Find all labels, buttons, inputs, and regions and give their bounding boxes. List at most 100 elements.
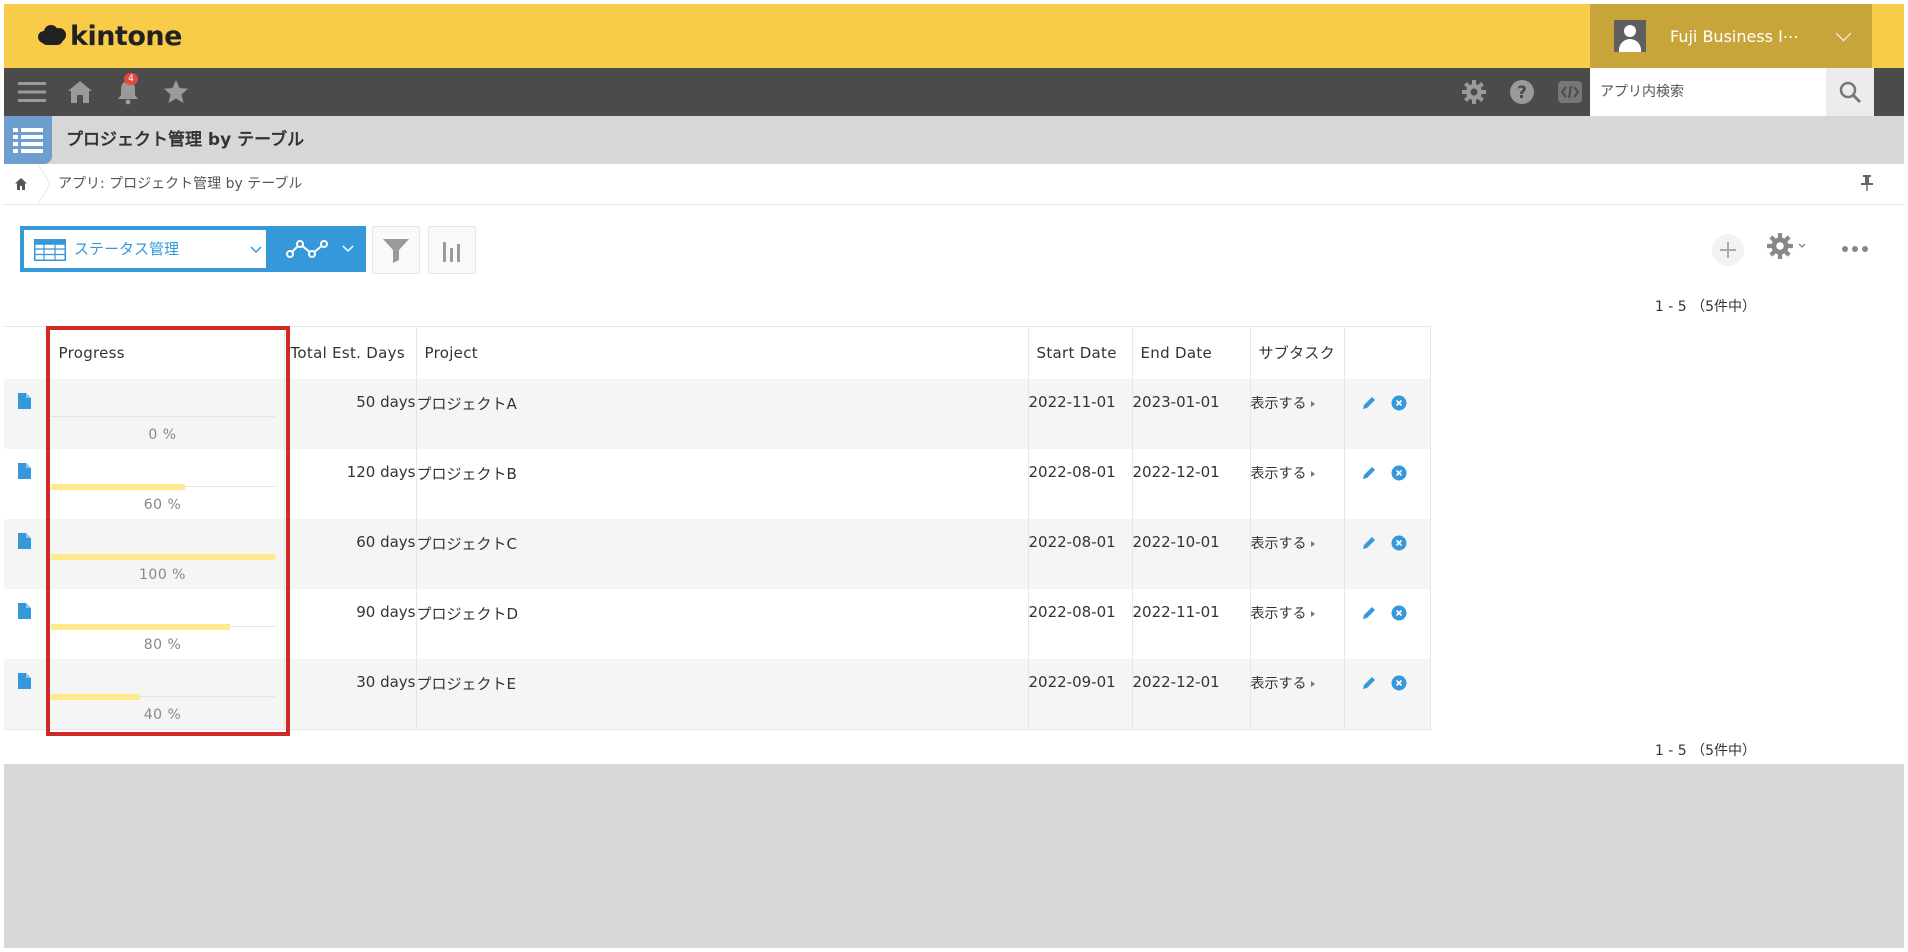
total-days-cell: 30 days xyxy=(284,658,417,730)
gear-icon xyxy=(1462,80,1486,104)
search-button[interactable] xyxy=(1826,68,1874,116)
pencil-icon xyxy=(1362,466,1375,479)
graph-selector[interactable] xyxy=(274,226,366,272)
show-subtask-link[interactable]: 表示する xyxy=(1251,606,1315,622)
hamburger-icon xyxy=(18,82,46,102)
show-subtask-label: 表示する xyxy=(1250,535,1307,552)
edit-button[interactable] xyxy=(1361,675,1377,691)
subtask-cell: 表示する xyxy=(1250,588,1345,659)
progress-cell: 80 % xyxy=(46,588,285,659)
breadcrumb-app[interactable]: アプリ: プロジェクト管理 by テーブル xyxy=(58,164,302,204)
show-subtask-link[interactable]: 表示する xyxy=(1251,466,1315,482)
delete-button[interactable] xyxy=(1391,605,1407,621)
app-search-input[interactable] xyxy=(1590,68,1830,116)
caret-right-icon xyxy=(1310,610,1315,617)
user-name: Fuji Business I⋯ xyxy=(1670,26,1799,46)
customize-button[interactable] xyxy=(1552,68,1588,116)
end-date-cell: 2022-12-01 xyxy=(1132,658,1251,730)
edit-button[interactable] xyxy=(1361,535,1377,551)
close-circle-icon xyxy=(1391,605,1406,620)
subtask-cell: 表示する xyxy=(1250,518,1345,589)
header-progress[interactable]: Progress xyxy=(46,326,285,379)
progress-cell: 60 % xyxy=(46,448,285,519)
pencil-icon xyxy=(1362,536,1375,549)
record-detail-link[interactable] xyxy=(4,588,47,659)
table-view-icon xyxy=(34,239,66,261)
actions-cell xyxy=(1344,658,1431,730)
header-actions xyxy=(1344,326,1431,379)
kintone-logo[interactable]: kintone xyxy=(38,19,182,53)
breadcrumb-separator xyxy=(38,164,51,204)
settings-button[interactable] xyxy=(1456,68,1492,116)
edit-button[interactable] xyxy=(1361,605,1377,621)
graph-button[interactable] xyxy=(428,226,476,274)
table-body: 0 % 50 days プロジェクトA 2022-11-01 2023-01-01 表示す… xyxy=(4,378,1431,730)
record-detail-link[interactable] xyxy=(4,448,47,519)
header-end-date[interactable]: End Date xyxy=(1132,326,1251,379)
home-icon xyxy=(68,81,92,103)
menu-button[interactable] xyxy=(12,68,52,116)
show-subtask-link[interactable]: 表示する xyxy=(1251,536,1315,552)
progress-bar xyxy=(50,623,230,630)
app-title: プロジェクト管理 by テーブル xyxy=(66,130,305,150)
view-name: ステータス管理 xyxy=(74,240,180,258)
header-subtask[interactable]: サブタスク xyxy=(1250,326,1345,379)
records-table: Progress Total Est. Days Project Start D… xyxy=(4,326,1431,730)
header-start-date[interactable]: Start Date xyxy=(1028,326,1133,379)
project-cell: プロジェクトB xyxy=(416,448,1029,519)
help-button[interactable]: ? xyxy=(1504,68,1540,116)
end-date-cell: 2022-10-01 xyxy=(1132,518,1251,589)
home-button[interactable] xyxy=(60,68,100,116)
record-detail-link[interactable] xyxy=(4,378,47,449)
header-project[interactable]: Project xyxy=(416,326,1029,379)
show-subtask-link[interactable]: 表示する xyxy=(1251,396,1315,412)
notifications-button[interactable]: 4 xyxy=(108,68,148,116)
progress-track xyxy=(50,415,275,417)
caret-right-icon xyxy=(1310,400,1315,407)
delete-button[interactable] xyxy=(1391,535,1407,551)
header-total-days[interactable]: Total Est. Days xyxy=(284,326,417,379)
gear-icon xyxy=(1767,233,1793,259)
show-subtask-label: 表示する xyxy=(1250,605,1307,622)
plus-icon xyxy=(1720,242,1736,258)
close-circle-icon xyxy=(1391,675,1406,690)
show-subtask-label: 表示する xyxy=(1250,465,1307,482)
app-title-bar: プロジェクト管理 by テーブル xyxy=(4,116,1904,164)
delete-button[interactable] xyxy=(1391,675,1407,691)
search-icon xyxy=(1839,81,1862,104)
app-settings-button[interactable] xyxy=(1766,232,1806,260)
project-cell: プロジェクトD xyxy=(416,588,1029,659)
edit-button[interactable] xyxy=(1361,465,1377,481)
footer-bar: 1 - 5 （5件中） xyxy=(4,730,1904,764)
edit-button[interactable] xyxy=(1361,395,1377,411)
delete-button[interactable] xyxy=(1391,465,1407,481)
progress-cell: 40 % xyxy=(46,658,285,730)
end-date-cell: 2022-12-01 xyxy=(1132,448,1251,519)
progress-label: 100 % xyxy=(139,566,186,583)
add-record-button[interactable] xyxy=(1712,234,1744,266)
breadcrumb-home[interactable] xyxy=(4,164,38,204)
pin-button[interactable] xyxy=(1860,174,1874,196)
record-detail-link[interactable] xyxy=(4,658,47,730)
progress-label: 60 % xyxy=(143,496,182,513)
dot-icon xyxy=(1862,246,1868,252)
favorites-button[interactable] xyxy=(156,68,196,116)
pin-icon xyxy=(1861,175,1873,191)
show-subtask-link[interactable]: 表示する xyxy=(1251,676,1315,692)
filter-button[interactable] xyxy=(372,226,420,274)
total-days-cell: 120 days xyxy=(284,448,417,519)
record-detail-link[interactable] xyxy=(4,518,47,589)
start-date-cell: 2022-08-01 xyxy=(1028,518,1133,589)
chevron-down-icon xyxy=(342,245,354,253)
delete-button[interactable] xyxy=(1391,395,1407,411)
start-date-cell: 2022-08-01 xyxy=(1028,588,1133,659)
view-selector[interactable]: ステータス管理 xyxy=(20,226,274,272)
project-cell: プロジェクトE xyxy=(416,658,1029,730)
more-options-button[interactable] xyxy=(1842,246,1868,252)
pager-top: 1 - 5 （5件中） xyxy=(1654,299,1756,315)
app-search xyxy=(1590,68,1830,116)
table-row: 0 % 50 days プロジェクトA 2022-11-01 2023-01-01 表示す… xyxy=(4,378,1431,449)
user-menu[interactable]: Fuji Business I⋯ xyxy=(1590,4,1872,68)
caret-right-icon xyxy=(1310,540,1315,547)
progress-bar xyxy=(50,553,275,560)
